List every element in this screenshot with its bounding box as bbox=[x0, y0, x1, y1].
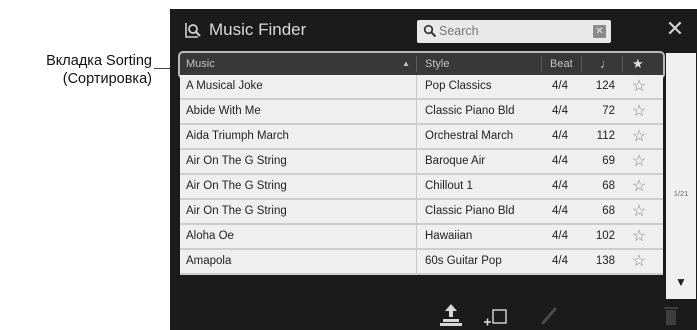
edit-icon[interactable] bbox=[534, 301, 564, 329]
list-item[interactable]: Amapola 60s Guitar Pop 4/4 138 ☆ bbox=[180, 250, 663, 275]
callout-line-1: Вкладка Sorting bbox=[46, 53, 152, 69]
page-title: Music Finder bbox=[209, 20, 307, 39]
column-divider bbox=[416, 175, 417, 198]
list-item[interactable]: Abide With Me Classic Piano Bld 4/4 72 ☆ bbox=[180, 100, 663, 125]
sorting-tab-callout: Вкладка Sorting (Сортировка) bbox=[0, 52, 152, 88]
favorite-star-icon[interactable]: ☆ bbox=[626, 150, 652, 173]
search-icon bbox=[423, 24, 437, 38]
tempo-value: 124 bbox=[595, 80, 615, 92]
search-input[interactable]: Search ✕ bbox=[417, 20, 611, 43]
tempo-value: 138 bbox=[595, 255, 615, 267]
scrollbar[interactable]: 1/21 ▼ bbox=[666, 53, 696, 299]
delete-icon[interactable] bbox=[656, 301, 686, 329]
tempo-value: 68 bbox=[602, 180, 615, 192]
bottom-toolbar bbox=[170, 299, 697, 330]
style-name: Chillout 1 bbox=[425, 180, 473, 192]
close-icon[interactable]: ✕ bbox=[662, 15, 688, 43]
favorite-star-icon[interactable]: ☆ bbox=[626, 100, 652, 123]
add-icon[interactable] bbox=[482, 301, 512, 329]
column-divider bbox=[416, 200, 417, 223]
favorite-star-icon[interactable]: ☆ bbox=[626, 225, 652, 248]
beat-value: 4/4 bbox=[552, 130, 568, 142]
favorite-star-icon[interactable]: ☆ bbox=[626, 125, 652, 148]
beat-value: 4/4 bbox=[552, 105, 568, 117]
beat-value: 4/4 bbox=[552, 205, 568, 217]
music-title: A Musical Joke bbox=[186, 80, 263, 92]
list-item[interactable]: Air On The G String Classic Piano Bld 4/… bbox=[180, 200, 663, 225]
music-finder-icon bbox=[185, 23, 201, 38]
style-name: Classic Piano Bld bbox=[425, 205, 515, 217]
title-bar: Music Finder Search ✕ ✕ bbox=[170, 9, 697, 51]
music-title: Air On The G String bbox=[186, 205, 287, 217]
tempo-value: 102 bbox=[595, 230, 615, 242]
column-divider bbox=[416, 125, 417, 148]
list-item[interactable]: Aloha Oe Hawaiian 4/4 102 ☆ bbox=[180, 225, 663, 250]
music-title: Aloha Oe bbox=[186, 230, 234, 242]
music-title: Abide With Me bbox=[186, 105, 261, 117]
style-name: Pop Classics bbox=[425, 80, 492, 92]
beat-value: 4/4 bbox=[552, 255, 568, 267]
upload-icon[interactable] bbox=[436, 301, 466, 329]
favorite-star-icon[interactable]: ☆ bbox=[626, 75, 652, 98]
list-item[interactable]: Air On The G String Chillout 1 4/4 68 ☆ bbox=[180, 175, 663, 200]
beat-value: 4/4 bbox=[552, 155, 568, 167]
favorite-star-icon[interactable]: ☆ bbox=[626, 175, 652, 198]
music-title: Aida Triumph March bbox=[186, 130, 289, 142]
column-divider bbox=[416, 225, 417, 248]
style-name: 60s Guitar Pop bbox=[425, 255, 502, 267]
search-placeholder: Search bbox=[439, 24, 479, 38]
favorite-star-icon[interactable]: ☆ bbox=[626, 250, 652, 273]
tempo-value: 112 bbox=[596, 130, 615, 142]
tempo-value: 68 bbox=[602, 205, 615, 217]
style-name: Hawaiian bbox=[425, 230, 473, 242]
column-divider bbox=[416, 75, 417, 98]
column-divider bbox=[416, 150, 417, 173]
beat-value: 4/4 bbox=[552, 180, 568, 192]
style-name: Orchestral March bbox=[425, 130, 514, 142]
tempo-value: 72 bbox=[602, 105, 615, 117]
scroll-down-icon[interactable]: ▼ bbox=[666, 275, 696, 289]
beat-value: 4/4 bbox=[552, 80, 568, 92]
style-name: Baroque Air bbox=[425, 155, 486, 167]
music-title: Amapola bbox=[186, 255, 232, 267]
style-name: Classic Piano Bld bbox=[425, 105, 515, 117]
favorite-star-icon[interactable]: ☆ bbox=[626, 200, 652, 223]
list-item[interactable]: Aida Triumph March Orchestral March 4/4 … bbox=[180, 125, 663, 150]
beat-value: 4/4 bbox=[552, 230, 568, 242]
page-indicator: 1/21 bbox=[673, 189, 689, 198]
clear-search-icon[interactable]: ✕ bbox=[593, 25, 606, 38]
column-divider bbox=[416, 250, 417, 273]
column-divider bbox=[416, 100, 417, 123]
list-item[interactable]: A Musical Joke Pop Classics 4/4 124 ☆ bbox=[180, 75, 663, 100]
callout-line-2: (Сортировка) bbox=[62, 71, 152, 87]
tempo-value: 69 bbox=[602, 155, 615, 167]
list-item[interactable]: Air On The G String Baroque Air 4/4 69 ☆ bbox=[180, 150, 663, 175]
music-title: Air On The G String bbox=[186, 180, 287, 192]
music-finder-panel: Music Finder Search ✕ ✕ Music ▲ Style Be… bbox=[170, 9, 697, 330]
music-title: Air On The G String bbox=[186, 155, 287, 167]
